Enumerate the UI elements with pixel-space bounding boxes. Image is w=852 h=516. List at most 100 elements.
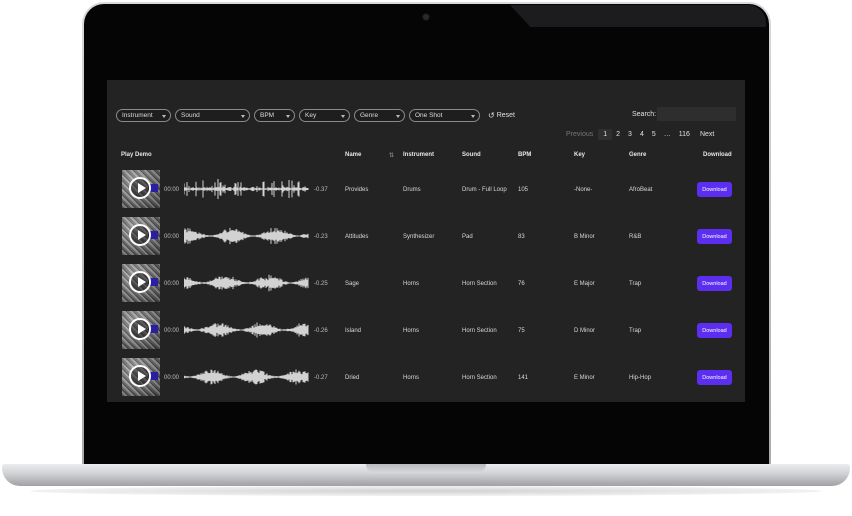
cell-bpm: 141 bbox=[518, 375, 529, 381]
laptop-shadow bbox=[30, 486, 822, 496]
time-elapsed: 00:00 bbox=[164, 234, 180, 240]
play-button[interactable] bbox=[129, 271, 151, 293]
cell-bpm: 75 bbox=[518, 328, 525, 334]
bezel-glare bbox=[510, 5, 766, 27]
cell-name: Provides bbox=[345, 187, 369, 193]
time-elapsed: 00:00 bbox=[164, 375, 180, 381]
demo-thumbnail[interactable] bbox=[122, 311, 160, 349]
app-screen: Instrument Sound BPM Key Genre One Shot … bbox=[107, 80, 745, 402]
demo-thumbnail[interactable] bbox=[122, 358, 160, 396]
search-label: Search: bbox=[632, 111, 657, 118]
download-button[interactable]: Download bbox=[697, 323, 732, 338]
pagination-page[interactable]: 5 bbox=[648, 129, 660, 140]
play-button[interactable] bbox=[129, 365, 151, 387]
table-row: 00:00 -0.26 Island Horns Horn Section 75 D Min… bbox=[107, 311, 745, 351]
time-elapsed: 00:00 bbox=[164, 328, 180, 334]
waveform[interactable] bbox=[184, 318, 309, 342]
cell-genre: Trap bbox=[629, 328, 642, 334]
header-instrument[interactable]: Instrument bbox=[403, 152, 434, 158]
sound-select-label: Sound bbox=[181, 111, 200, 119]
cell-bpm: 76 bbox=[518, 281, 525, 287]
play-icon bbox=[138, 324, 146, 334]
waveform[interactable] bbox=[184, 271, 309, 295]
download-button[interactable]: Download bbox=[697, 276, 732, 291]
time-remaining: -0.25 bbox=[314, 281, 328, 287]
reset-label: Reset bbox=[496, 111, 515, 119]
pagination-page[interactable]: 1 bbox=[598, 129, 613, 140]
time-remaining: -0.37 bbox=[314, 187, 328, 193]
play-button[interactable] bbox=[129, 177, 151, 199]
instrument-select[interactable]: Instrument bbox=[116, 108, 171, 122]
table-header: Play Demo Name ⇅ Instrument Sound BPM Ke… bbox=[107, 152, 745, 164]
play-icon bbox=[138, 277, 146, 287]
cell-genre: AfroBeat bbox=[629, 187, 653, 193]
header-name[interactable]: Name bbox=[345, 152, 361, 158]
search-input[interactable] bbox=[657, 107, 736, 121]
chevron-down-icon bbox=[471, 114, 475, 118]
play-button[interactable] bbox=[129, 318, 151, 340]
chevron-down-icon bbox=[162, 114, 166, 118]
pagination-previous[interactable]: Previous bbox=[562, 129, 598, 140]
cell-instrument: Synthesizer bbox=[403, 234, 435, 240]
cell-key: E Minor bbox=[574, 375, 595, 381]
chevron-down-icon bbox=[286, 114, 290, 118]
waveform[interactable] bbox=[184, 224, 309, 248]
waveform[interactable] bbox=[184, 177, 309, 201]
cell-instrument: Drums bbox=[403, 187, 421, 193]
download-button[interactable]: Download bbox=[697, 370, 732, 385]
cell-bpm: 83 bbox=[518, 234, 525, 240]
pagination-page-last[interactable]: 116 bbox=[675, 129, 694, 140]
key-select[interactable]: Key bbox=[299, 108, 350, 122]
type-select-label: One Shot bbox=[415, 111, 443, 119]
sort-icon[interactable]: ⇅ bbox=[389, 152, 394, 159]
time-remaining: -0.27 bbox=[314, 375, 328, 381]
pagination-page[interactable]: 3 bbox=[624, 129, 636, 140]
bpm-select[interactable]: BPM bbox=[254, 108, 295, 122]
demo-thumbnail[interactable] bbox=[122, 217, 160, 255]
pagination-page[interactable]: 2 bbox=[612, 129, 624, 140]
header-sound[interactable]: Sound bbox=[462, 152, 481, 158]
chevron-down-icon bbox=[396, 114, 400, 118]
sound-select[interactable]: Sound bbox=[175, 108, 250, 122]
cell-sound: Horn Section bbox=[462, 375, 497, 381]
cell-sound: Pad bbox=[462, 234, 473, 240]
header-genre[interactable]: Genre bbox=[629, 152, 646, 158]
cell-sound: Horn Section bbox=[462, 328, 497, 334]
time-elapsed: 00:00 bbox=[164, 281, 180, 287]
header-key[interactable]: Key bbox=[574, 152, 585, 158]
download-button[interactable]: Download bbox=[697, 229, 732, 244]
type-select[interactable]: One Shot bbox=[409, 108, 480, 122]
play-icon bbox=[138, 371, 146, 381]
cell-key: -None- bbox=[574, 187, 593, 193]
cell-name: Sage bbox=[345, 281, 360, 287]
demo-thumbnail[interactable] bbox=[122, 264, 160, 302]
chevron-down-icon bbox=[241, 114, 245, 118]
waveform[interactable] bbox=[184, 365, 309, 389]
cell-instrument: Horns bbox=[403, 375, 420, 381]
cell-key: E Major bbox=[574, 281, 595, 287]
table-row: 00:00 -0.37 Provides Drums Drum - Full Loop 1… bbox=[107, 170, 745, 210]
key-select-label: Key bbox=[305, 111, 317, 119]
genre-select[interactable]: Genre bbox=[354, 108, 405, 122]
reset-button[interactable]: ↺ Reset bbox=[488, 111, 515, 120]
cell-genre: R&B bbox=[629, 234, 642, 240]
laptop-base-notch bbox=[366, 464, 486, 473]
pagination-next[interactable]: Next bbox=[694, 129, 718, 140]
cell-genre: Hip-Hop bbox=[629, 375, 652, 381]
header-download: Download bbox=[703, 152, 732, 158]
demo-thumbnail[interactable] bbox=[122, 170, 160, 208]
pagination: Previous 1 2 3 4 5 … 116 Next bbox=[562, 129, 718, 140]
pagination-page[interactable]: 4 bbox=[636, 129, 648, 140]
webcam-icon bbox=[423, 14, 429, 20]
cell-sound: Horn Section bbox=[462, 281, 497, 287]
time-remaining: -0.23 bbox=[314, 234, 328, 240]
header-bpm[interactable]: BPM bbox=[518, 152, 531, 158]
download-button[interactable]: Download bbox=[697, 182, 732, 197]
time-elapsed: 00:00 bbox=[164, 187, 180, 193]
chevron-down-icon bbox=[341, 114, 345, 118]
play-button[interactable] bbox=[129, 224, 151, 246]
reset-icon: ↺ bbox=[488, 110, 495, 120]
table-row: 00:00 -0.27 Dried Horns Horn Section 141 E Min… bbox=[107, 358, 745, 398]
cell-genre: Trap bbox=[629, 281, 642, 287]
cell-name: Dried bbox=[345, 375, 360, 381]
